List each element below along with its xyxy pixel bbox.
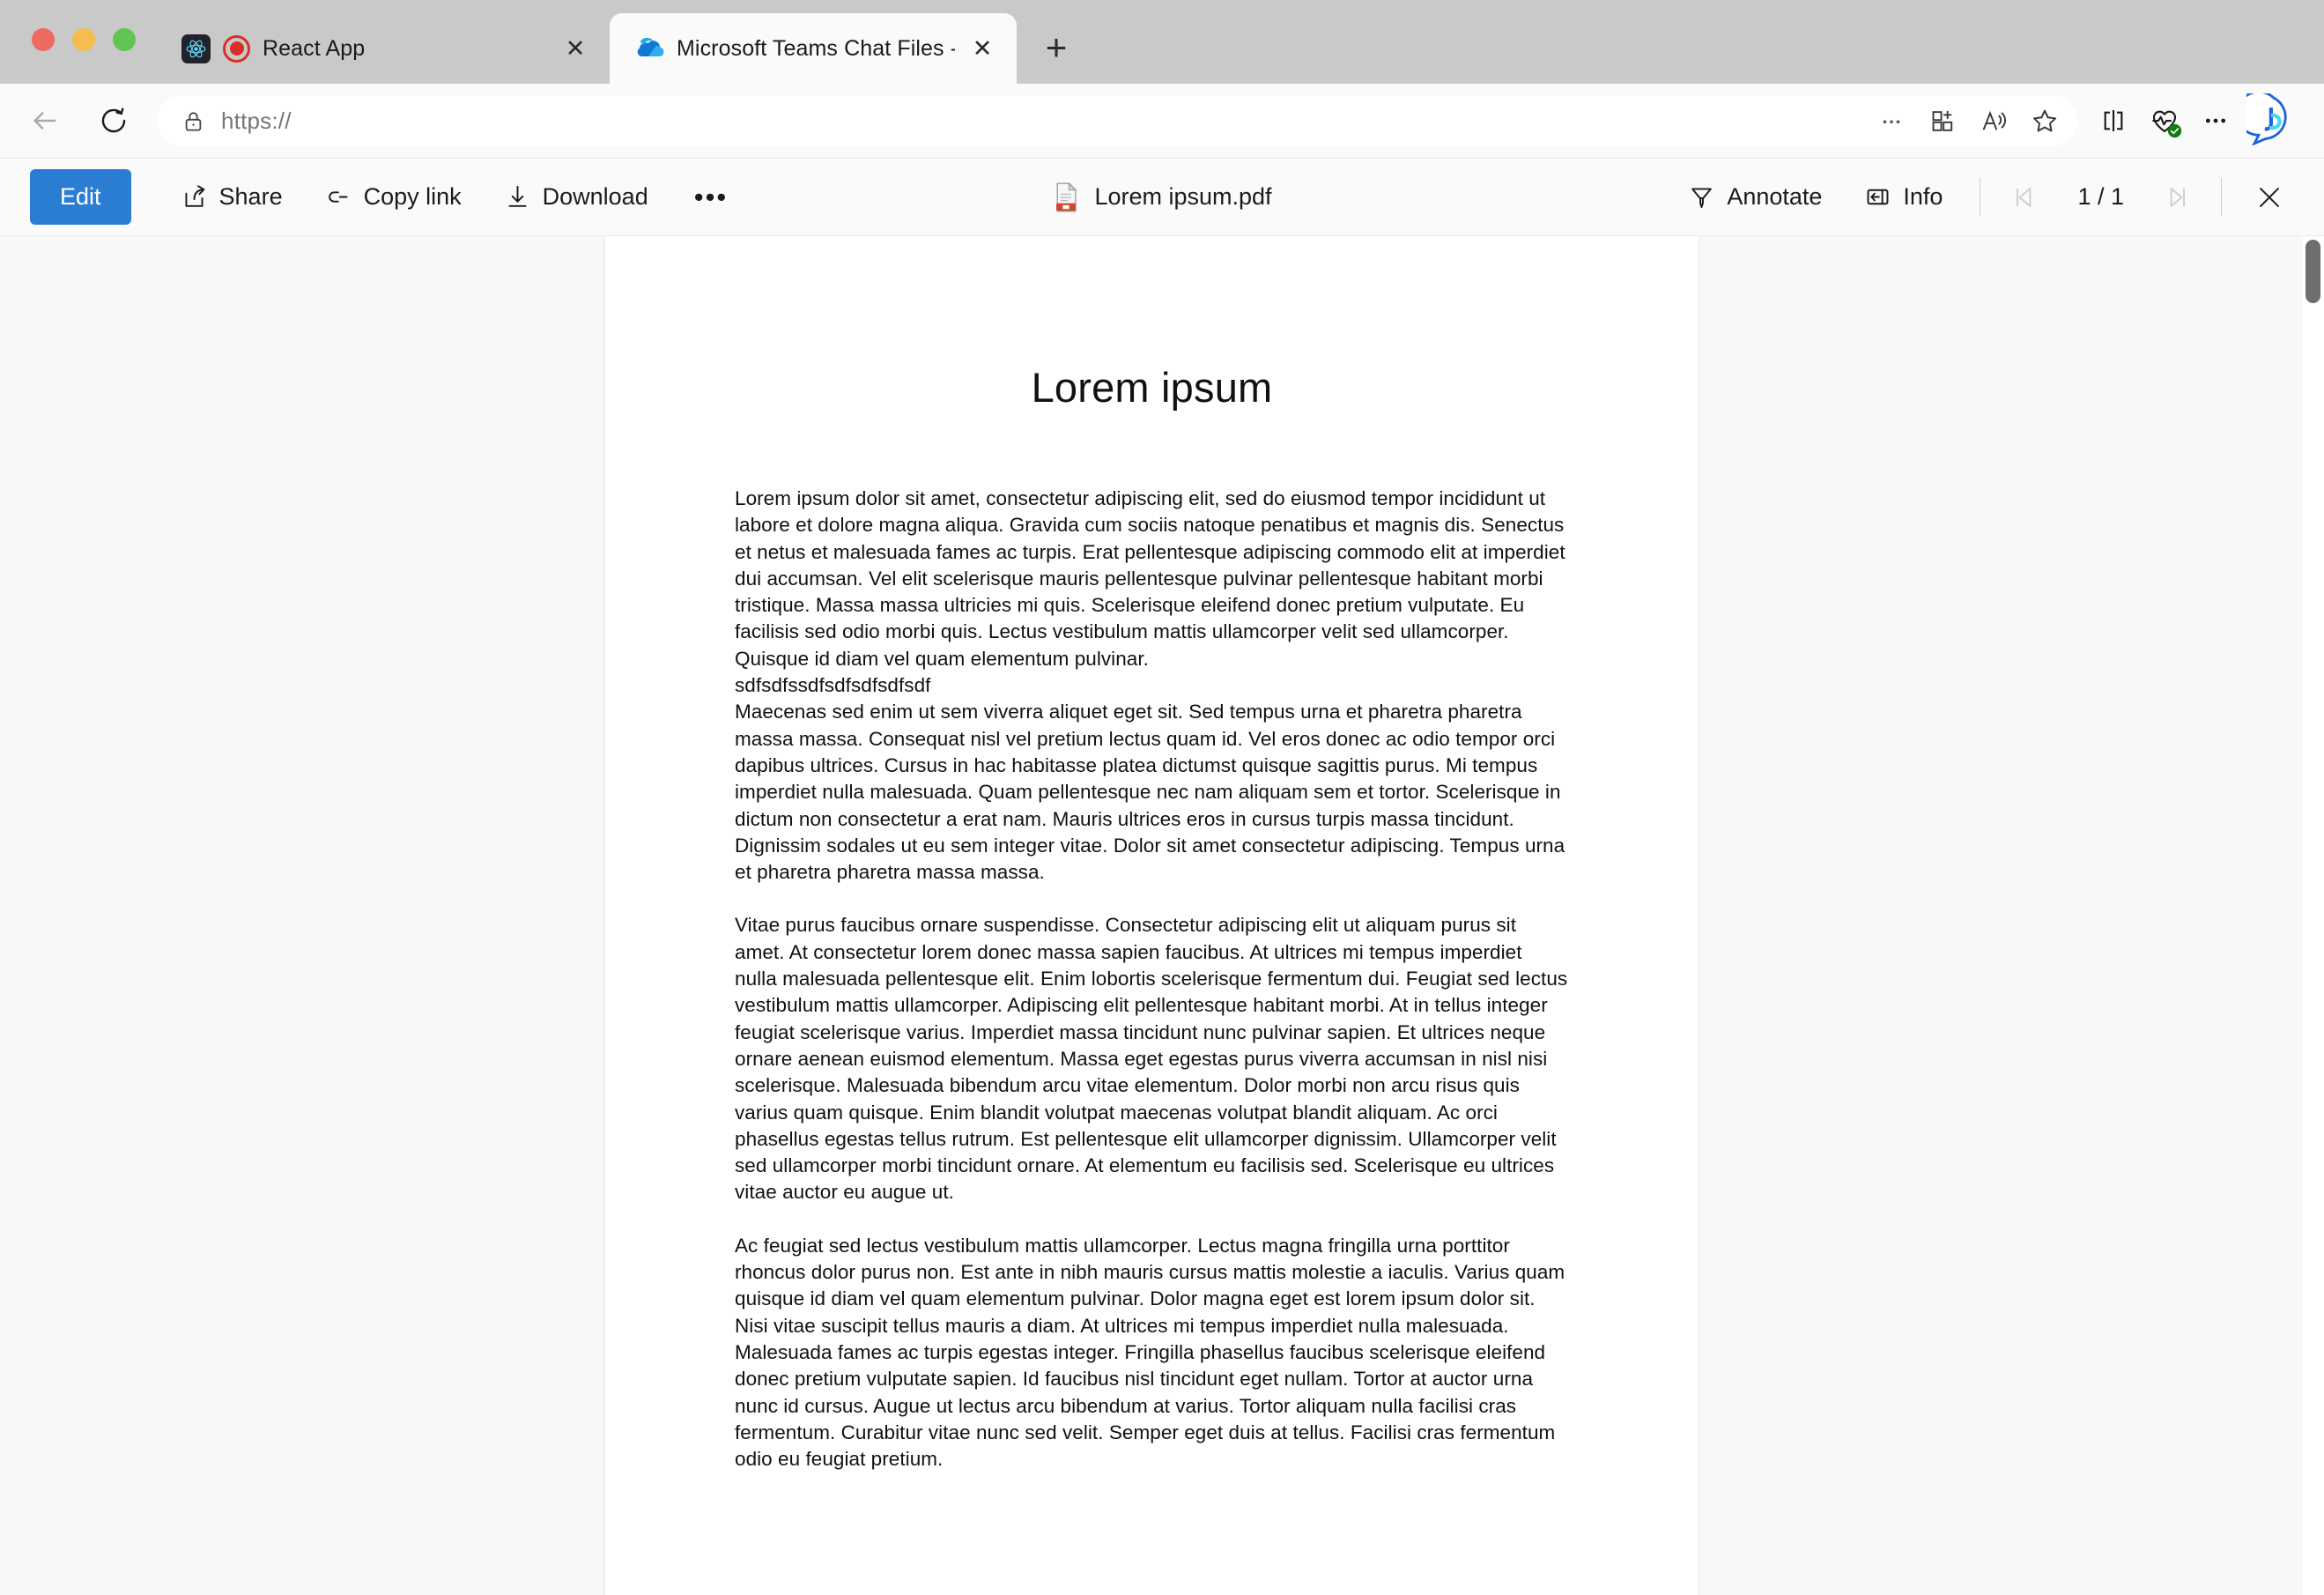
tab-react-app[interactable]: React App ✕ <box>159 13 610 84</box>
link-icon <box>325 183 352 211</box>
back-button[interactable] <box>18 93 72 148</box>
annotate-label: Annotate <box>1727 183 1823 210</box>
tab-microsoft-teams-chat-files[interactable]: Microsoft Teams Chat Files - O ✕ <box>610 13 1017 84</box>
share-icon <box>181 183 208 211</box>
url-text[interactable]: https:// <box>221 108 1852 135</box>
page-navigation: 1 / 1 <box>2003 174 2198 220</box>
pdf-viewer-canvas[interactable]: Lorem ipsum Lorem ipsum dolor sit amet, … <box>0 236 2324 1595</box>
file-name-label: Lorem ipsum.pdf <box>1094 183 1272 210</box>
lock-icon <box>181 109 205 133</box>
edit-button[interactable]: Edit <box>30 169 131 225</box>
info-button[interactable]: Info <box>1850 174 1957 219</box>
document-body: Lorem ipsum dolor sit amet, consectetur … <box>605 486 1699 1473</box>
annotate-button[interactable]: Annotate <box>1674 174 1836 219</box>
window-maximize-button[interactable] <box>113 28 136 51</box>
pdf-page-1: Lorem ipsum Lorem ipsum dolor sit amet, … <box>605 236 1699 1595</box>
browser-toolbar: https:// <box>0 84 2324 159</box>
share-button[interactable]: Share <box>167 174 297 219</box>
copilot-icon[interactable] <box>2235 90 2301 148</box>
next-page-button[interactable] <box>2152 174 2198 220</box>
copy-link-label: Copy link <box>363 183 462 210</box>
tab-title-react-app: React App <box>263 35 366 61</box>
onedrive-icon <box>633 35 664 62</box>
previous-page-button[interactable] <box>2003 174 2049 220</box>
download-icon <box>504 183 531 211</box>
add-to-collections-icon[interactable] <box>1919 97 1966 145</box>
download-button[interactable]: Download <box>490 174 662 219</box>
tab-recording-indicator-icon <box>223 34 250 63</box>
document-title: Lorem ipsum <box>1031 364 1273 411</box>
tab-close-button-react-app[interactable]: ✕ <box>560 33 590 63</box>
annotate-pen-icon <box>1688 183 1715 211</box>
tab-title-microsoft-teams-chat-files: Microsoft Teams Chat Files - O <box>677 35 955 61</box>
info-panel-icon <box>1864 183 1891 211</box>
close-viewer-button[interactable] <box>2245 173 2294 222</box>
toolbar-divider-2 <box>2221 177 2222 217</box>
window-minimize-button[interactable] <box>72 28 95 51</box>
settings-and-more-icon[interactable] <box>2192 97 2239 145</box>
browser-toolbar-right-icons <box>2090 97 2239 145</box>
document-paragraph: Ac feugiat sed lectus vestibulum mattis … <box>735 1234 1565 1471</box>
document-paragraph: Maecenas sed enim ut sem viverra aliquet… <box>735 701 1565 884</box>
document-paragraph: Lorem ipsum dolor sit amet, consectetur … <box>735 487 1565 670</box>
split-screen-icon[interactable] <box>2090 97 2137 145</box>
browser-essentials-icon[interactable] <box>2141 97 2188 145</box>
pdf-command-bar: Edit Share Copy link Download ••• Lorem … <box>0 159 2324 236</box>
more-options-icon[interactable] <box>1868 97 1915 145</box>
document-paragraph: Vitae purus faucibus ornare suspendisse.… <box>735 914 1568 1204</box>
info-label: Info <box>1903 183 1943 210</box>
browser-tab-strip: React App ✕ Microsoft Teams Chat Files -… <box>0 0 2324 84</box>
page-indicator: 1 / 1 <box>2077 183 2124 210</box>
new-tab-button[interactable]: + <box>1032 24 1080 71</box>
pdf-command-bar-right: Annotate Info 1 / 1 <box>1674 173 2294 222</box>
scrollbar-thumb[interactable] <box>2305 240 2320 303</box>
window-close-button[interactable] <box>32 28 55 51</box>
favorite-star-icon[interactable] <box>2021 97 2069 145</box>
refresh-button[interactable] <box>86 93 141 148</box>
document-inserted-text: sdfsdfssdfsdfsdfsdfsdf <box>735 674 931 697</box>
address-bar[interactable]: https:// <box>157 95 2077 146</box>
pdf-file-icon <box>1052 182 1079 212</box>
react-logo-icon <box>181 33 211 63</box>
more-commands-button[interactable]: ••• <box>678 182 744 213</box>
window-traffic-lights <box>32 28 136 51</box>
download-label: Download <box>542 183 648 210</box>
share-label: Share <box>218 183 283 210</box>
vertical-scrollbar[interactable] <box>2303 236 2324 1595</box>
tab-close-button-teams[interactable]: ✕ <box>967 33 997 63</box>
read-aloud-icon[interactable] <box>1970 97 2017 145</box>
file-name-display: Lorem ipsum.pdf <box>1052 182 1272 212</box>
copy-link-button[interactable]: Copy link <box>311 174 476 219</box>
